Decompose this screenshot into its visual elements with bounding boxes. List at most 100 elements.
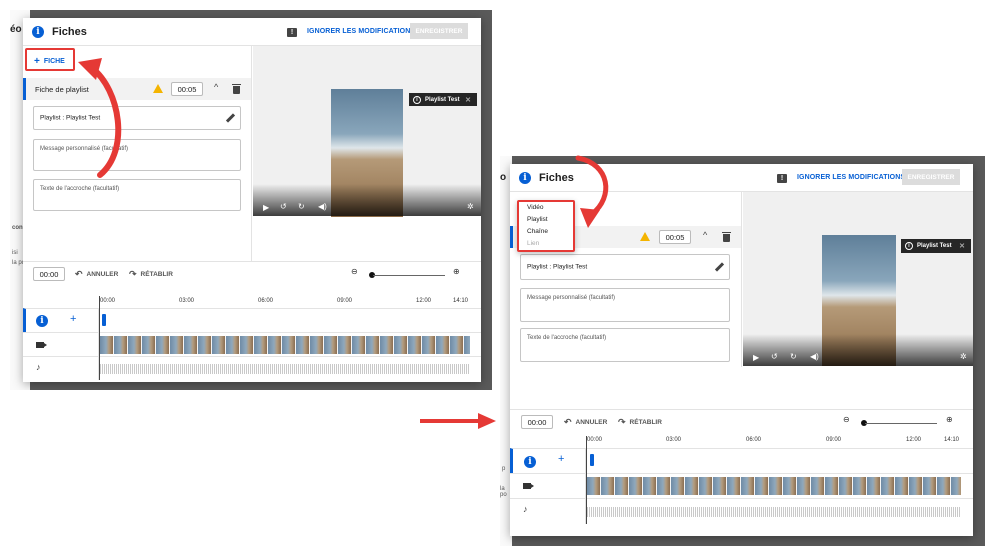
play-icon[interactable]: ▶ [753, 353, 759, 362]
red-arrow [575, 155, 609, 228]
warning-icon [153, 84, 163, 93]
message-field[interactable]: Message personnalisé (facultatif) [520, 288, 730, 322]
menu-item-playlist[interactable]: Playlist [519, 214, 573, 226]
play-icon[interactable]: ▶ [263, 203, 269, 212]
tick-label: 00:00 [587, 437, 603, 443]
close-icon[interactable]: ✕ [465, 96, 471, 104]
close-icon[interactable]: ✕ [959, 242, 965, 250]
info-icon: i [413, 95, 421, 104]
warning-icon [640, 232, 650, 241]
audio-waveform [587, 507, 961, 517]
zoom-slider[interactable] [865, 423, 937, 424]
video-filmstrip [100, 336, 470, 354]
forward-icon[interactable]: ↻ [790, 352, 797, 361]
teaser-field[interactable]: Texte de l'accroche (facultatif) [33, 179, 241, 211]
zoom-in-icon[interactable]: ⊕ [453, 267, 460, 276]
feedback-icon[interactable]: ! [777, 174, 787, 183]
pencil-icon[interactable] [714, 262, 725, 272]
playlist-card-badge[interactable]: i Playlist Test ✕ [901, 239, 971, 253]
save-button[interactable]: ENREGISTRER [410, 23, 468, 39]
zoom-out-icon[interactable]: ⊖ [351, 267, 358, 276]
tick-label: 14:10 [944, 437, 960, 443]
zoom-slider[interactable] [373, 275, 445, 276]
tick-label: 03:00 [179, 298, 195, 304]
track-gutter [510, 448, 586, 524]
menu-item-channel[interactable]: Chaîne [519, 226, 573, 238]
dialog-title: Fiches [539, 171, 574, 184]
playhead[interactable] [586, 436, 587, 524]
video-controls: ▶ ↺ ↻ ◀) ✲ [743, 334, 973, 366]
card-marker[interactable] [102, 314, 106, 326]
zoom-out-icon[interactable]: ⊖ [843, 415, 850, 424]
undo-icon: ↶ [564, 417, 572, 427]
save-button[interactable]: ENREGISTRER [902, 169, 960, 185]
discard-button[interactable]: IGNORER LES MODIFICATIONS [307, 28, 415, 35]
dialog-header: i Fiches ! IGNORER LES MODIFICATIONS ENR… [23, 18, 481, 46]
playhead[interactable] [99, 296, 100, 380]
video-preview: ▶ ↺ ↻ ◀) ✲ i Playlist Test ✕ [253, 46, 481, 217]
playlist-card-badge[interactable]: i Playlist Test ✕ [409, 93, 477, 106]
redo-label: RÉTABLIR [629, 419, 662, 426]
tick-label: 12:00 [906, 437, 922, 443]
current-time-input[interactable]: 00:00 [521, 415, 553, 429]
playlist-field[interactable]: Playlist : Playlist Test [520, 254, 730, 280]
video-controls: ▶ ↺ ↻ ◀) ✲ [253, 184, 481, 216]
red-arrow [420, 413, 496, 429]
tick-label: 14:10 [453, 298, 469, 304]
video-filmstrip [587, 477, 961, 495]
timeline-tracks: i + ♪ [23, 296, 481, 380]
card-time-input[interactable]: 00:05 [171, 82, 203, 96]
audio-waveform [100, 364, 470, 374]
info-icon: i [32, 25, 44, 38]
tick-label: 09:00 [826, 437, 842, 443]
pencil-icon[interactable] [225, 113, 236, 123]
background-text: o [500, 172, 507, 183]
feedback-icon[interactable]: ! [287, 28, 297, 37]
replay-icon[interactable]: ↺ [280, 202, 287, 211]
zoom-in-icon[interactable]: ⊕ [946, 415, 953, 424]
discard-button[interactable]: IGNORER LES MODIFICATIONS [797, 174, 905, 181]
undo-button[interactable]: ↶ ANNULER [75, 269, 118, 280]
info-icon: i [905, 242, 913, 250]
background-text: p [502, 466, 506, 472]
replay-icon[interactable]: ↺ [771, 352, 778, 361]
menu-item-video[interactable]: Vidéo [519, 202, 573, 214]
chevron-up-icon[interactable]: ^ [703, 230, 707, 240]
tick-label: 06:00 [258, 298, 274, 304]
undo-icon: ↶ [75, 269, 83, 279]
redo-button[interactable]: ↷ RÉTABLIR [129, 269, 173, 280]
undo-label: ANNULER [86, 271, 119, 278]
chevron-up-icon[interactable]: ^ [214, 82, 218, 92]
background-text: con [12, 225, 23, 231]
redo-icon: ↷ [129, 269, 137, 279]
settings-icon[interactable]: ✲ [467, 202, 474, 211]
volume-icon[interactable]: ◀) [318, 202, 327, 211]
redo-button[interactable]: ↷ RÉTABLIR [618, 417, 662, 428]
red-arrow [78, 58, 122, 178]
undo-button[interactable]: ↶ ANNULER [564, 417, 607, 428]
card-marker[interactable] [590, 454, 594, 466]
teaser-field[interactable]: Texte de l'accroche (facultatif) [520, 328, 730, 362]
tick-label: 12:00 [416, 298, 432, 304]
volume-icon[interactable]: ◀) [810, 352, 819, 361]
card-time-input[interactable]: 00:05 [659, 230, 691, 244]
settings-icon[interactable]: ✲ [960, 352, 967, 361]
timeline-toolbar: 00:00 ↶ ANNULER ↷ RÉTABLIR ⊖ ⊕ [23, 261, 481, 285]
trash-icon[interactable] [722, 232, 731, 242]
tick-label: 03:00 [666, 437, 682, 443]
playlist-value: Playlist : Playlist Test [527, 263, 588, 271]
video-preview: ▶ ↺ ↻ ◀) ✲ i Playlist Test ✕ [743, 192, 973, 366]
message-placeholder: Message personnalisé (facultatif) [527, 295, 616, 301]
card-type-menu: Vidéo Playlist Chaîne Lien [517, 200, 575, 252]
background-text: éo [10, 24, 22, 35]
trash-icon[interactable] [232, 84, 241, 94]
current-time-input[interactable]: 00:00 [33, 267, 65, 281]
menu-item-link[interactable]: Lien [519, 238, 573, 250]
forward-icon[interactable]: ↻ [298, 202, 305, 211]
tick-label: 06:00 [746, 437, 762, 443]
info-icon: i [519, 171, 531, 184]
dialog-title: Fiches [52, 25, 87, 38]
timeline-tracks: i + ♪ [510, 436, 973, 524]
tick-label: 00:00 [100, 298, 116, 304]
timeline-toolbar: 00:00 ↶ ANNULER ↷ RÉTABLIR ⊖ ⊕ [510, 409, 973, 433]
